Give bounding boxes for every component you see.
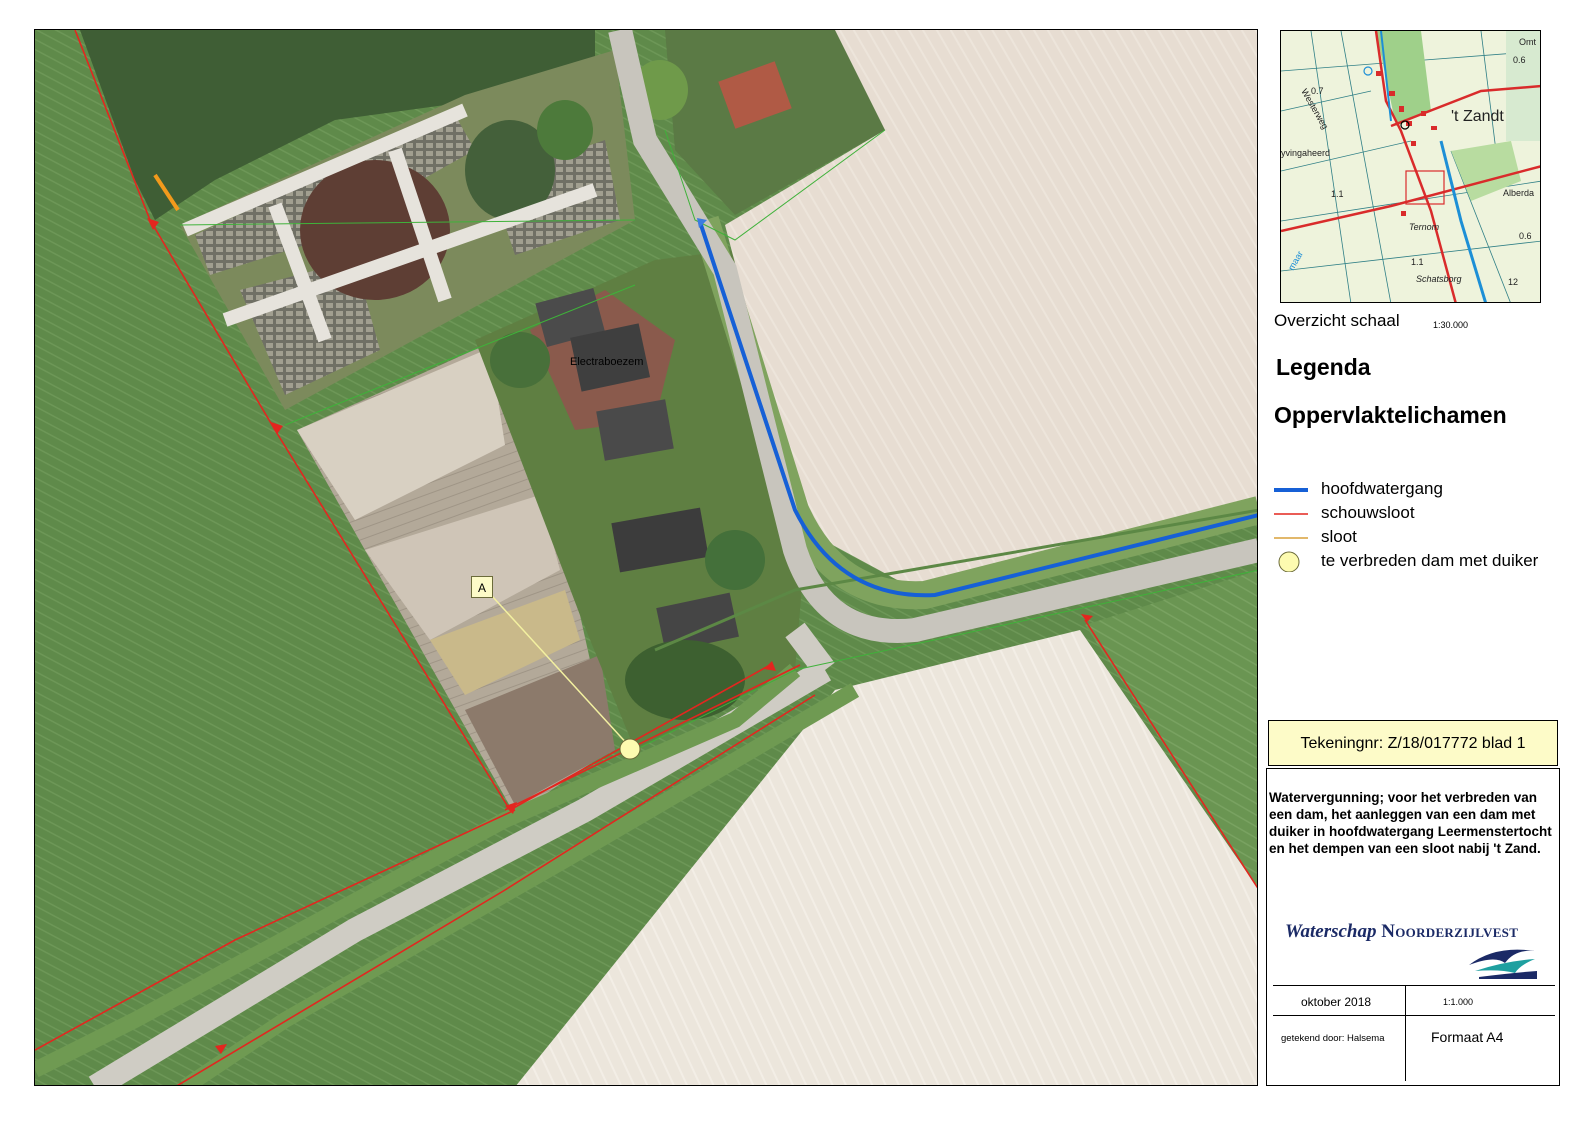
overview-label: 12 (1508, 277, 1518, 287)
overview-label: yvingaheerd (1281, 148, 1330, 158)
overview-label: 1.1 (1331, 189, 1344, 199)
overview-label: 0.6 (1519, 231, 1532, 241)
overview-map[interactable]: 't Zandt Westerweg yvingaheerd Alberda T… (1280, 30, 1541, 303)
aerial-map[interactable]: Electraboezem A (34, 29, 1258, 1086)
tree (490, 332, 550, 388)
aerial-map-canvas: Electraboezem (35, 30, 1257, 1085)
legend-label: hoofdwatergang (1321, 479, 1443, 498)
drawn-by: getekend door: Halsema (1281, 1033, 1385, 1044)
legend-item-sloot: sloot (1273, 526, 1563, 548)
legend-label: te verbreden dam met duiker (1321, 551, 1539, 570)
legend-label: schouwsloot (1321, 503, 1415, 522)
overview-map-canvas: 't Zandt Westerweg yvingaheerd Alberda T… (1281, 31, 1540, 302)
overview-label: Ternom (1409, 222, 1440, 232)
overview-caption: Overzicht schaal (1274, 311, 1400, 330)
legend-title: Legenda (1276, 354, 1371, 380)
legend-symbol-hoofdwatergang (1274, 488, 1308, 492)
overview-label: 0.6 (1513, 55, 1526, 65)
drawing-scale: 1:1.000 (1443, 997, 1474, 1007)
legend-item-hoofdwatergang: hoofdwatergang (1273, 478, 1563, 500)
organization-name: Waterschap Noorderzijlvest (1285, 921, 1519, 942)
legend-item-schouwsloot: schouwsloot (1273, 502, 1563, 524)
legend-symbol-schouwsloot (1274, 513, 1308, 515)
permit-description: Watervergunning; voor het verbreden van … (1269, 790, 1552, 856)
legend-item-dam: te verbreden dam met duiker (1273, 550, 1563, 572)
tree (537, 100, 593, 160)
title-block: Watervergunning; voor het verbreden van … (1266, 768, 1560, 1086)
overview-label: 1.1 (1411, 257, 1424, 267)
overview-label: Alberda (1503, 188, 1534, 198)
overview-label: 0.7 (1311, 86, 1324, 96)
legend-subtitle: Oppervlaktelichamen (1274, 402, 1507, 428)
overview-scale: 1:30.000 (1433, 320, 1469, 330)
trees (625, 640, 745, 720)
organization-logo: Waterschap Noorderzijlvest (1285, 921, 1545, 985)
legend-label: sloot (1321, 527, 1357, 546)
legend-symbol-sloot (1274, 537, 1308, 539)
overview-label: Schatsborg (1416, 274, 1462, 284)
waves-logo-icon (1469, 949, 1537, 979)
drawing-date: oktober 2018 (1301, 995, 1372, 1009)
overview-label: 't Zandt (1451, 108, 1504, 125)
marker-label-a: A (471, 576, 493, 598)
overview-label: Omt (1519, 37, 1536, 47)
tree (705, 530, 765, 590)
drawing-number: Tekeningnr: Z/18/017772 blad 1 (1268, 720, 1558, 766)
title-block-meta: oktober 2018 1:1.000 getekend door: Hals… (1273, 985, 1555, 1081)
legend-symbol-dam (1278, 551, 1300, 572)
place-label-electraboezem: Electraboezem (570, 356, 643, 368)
dam-with-culvert-marker[interactable] (619, 738, 641, 760)
paper-format: Formaat A4 (1431, 1029, 1504, 1045)
